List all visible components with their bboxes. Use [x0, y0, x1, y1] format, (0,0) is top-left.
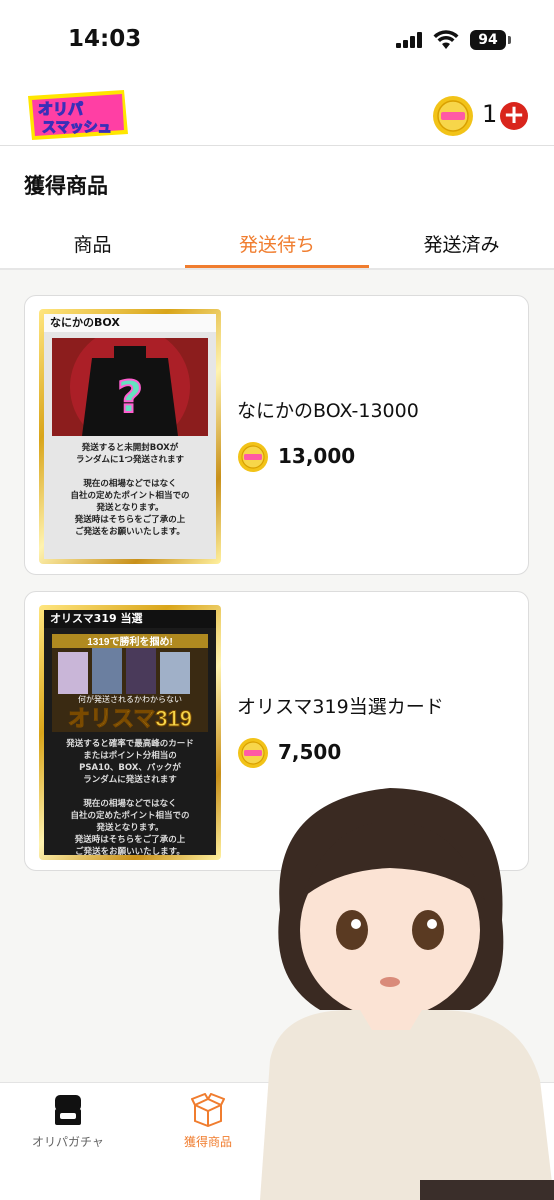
items-section: 獲得商品 商品 発送待ち 発送済み	[0, 146, 554, 270]
mascot-character-image	[260, 788, 554, 1200]
app-header: オリパ スマッシュ 1 +	[0, 80, 554, 146]
thumbnail-label: オリスマ319 当選	[44, 610, 216, 628]
item-thumbnail: オリスマ319 当選 1319で勝利を掴め! 何が発送されるかわからない オリス…	[39, 605, 221, 860]
thumbnail-subtitle: 何が発送されるかわからない	[78, 694, 182, 704]
wifi-icon	[433, 30, 459, 49]
coin-icon	[238, 442, 268, 472]
thumbnail-description: 発送すると確率で最高峰のカード またはポイント分相当の PSA10、BOX、パッ…	[66, 739, 194, 855]
coin-icon	[433, 96, 473, 136]
page-title: 獲得商品	[24, 174, 108, 198]
svg-text:?: ?	[117, 372, 143, 423]
prize-card-image: 1319で勝利を掴め! 何が発送されるかわからない オリスマ319	[52, 634, 208, 732]
box-icon	[191, 1093, 225, 1127]
svg-text:オリパ: オリパ	[38, 101, 83, 118]
battery-indicator: 94	[470, 30, 506, 50]
tab-shipped[interactable]: 発送済み	[369, 222, 554, 268]
gacha-machine-icon	[55, 1095, 81, 1125]
add-coin-button[interactable]: +	[500, 102, 528, 130]
item-price: 13,000	[278, 444, 356, 468]
nav-gacha-label: オリパガチャ	[32, 1135, 104, 1149]
status-time: 14:03	[68, 26, 142, 52]
thumbnail-banner: 1319で勝利を掴め!	[87, 635, 173, 648]
item-name: オリスマ319当選カード	[237, 696, 444, 718]
status-bar: 14:03 94	[0, 0, 554, 80]
item-name: なにかのBOX-13000	[237, 400, 419, 422]
thumbnail-label: なにかのBOX	[44, 314, 216, 332]
tab-items[interactable]: 商品	[0, 222, 185, 268]
tab-awaiting-shipment[interactable]: 発送待ち	[185, 222, 369, 268]
item-thumbnail: なにかのBOX ? 発送すると未開封BOXが ランダムに1つ発送されます 現在の…	[39, 309, 221, 564]
cellular-signal-icon	[396, 32, 424, 48]
coin-balance: 1	[482, 100, 498, 128]
app-logo[interactable]: オリパ スマッシュ	[24, 88, 130, 142]
item-card[interactable]: なにかのBOX ? 発送すると未開封BOXが ランダムに1つ発送されます 現在の…	[24, 295, 529, 575]
mystery-box-image: ?	[52, 338, 208, 436]
svg-text:スマッシュ: スマッシュ	[42, 119, 112, 135]
thumbnail-title: オリスマ319	[68, 706, 192, 731]
nav-gacha[interactable]: オリパガチャ	[8, 1093, 128, 1163]
battery-tip	[508, 36, 511, 44]
thumbnail-description: 発送すると未開封BOXが ランダムに1つ発送されます 現在の相場などではなく 自…	[70, 443, 190, 537]
